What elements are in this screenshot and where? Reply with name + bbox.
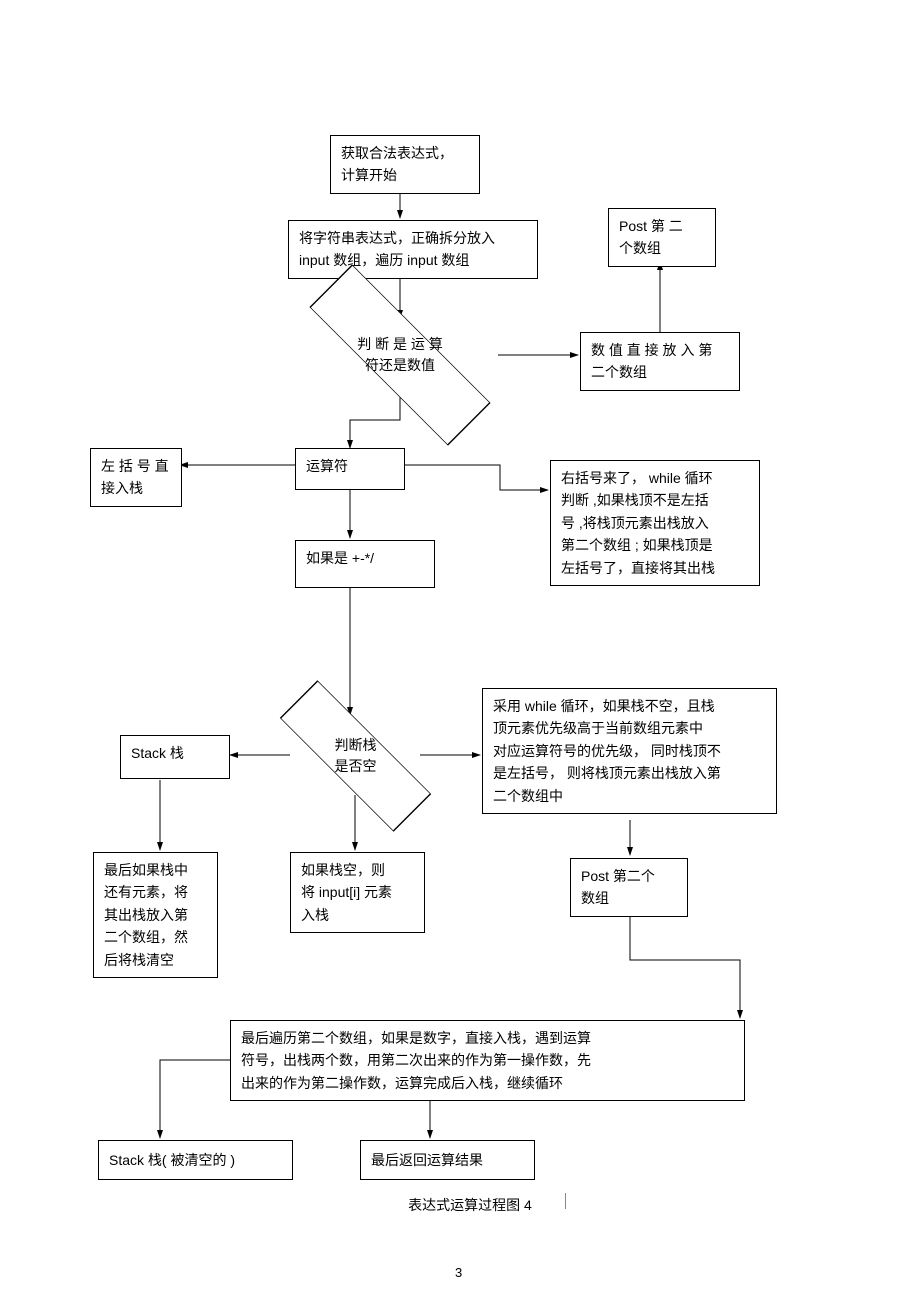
caption-divider xyxy=(565,1193,566,1209)
node-rightparen: 右括号来了， while 循环判断 ,如果栈顶不是左括号 ,将栈顶元素出栈放入第… xyxy=(550,460,760,586)
node-post-mid: Post 第二个数组 xyxy=(570,858,688,917)
text: 数 值 直 接 放 入 第二个数组 xyxy=(591,342,712,380)
text: Stack 栈 xyxy=(131,745,184,761)
text: 如果是 +-*/ xyxy=(306,550,374,566)
text: Post 第 二个数组 xyxy=(619,218,683,256)
node-decide-operator-or-value: 判 断 是 运 算符还是数值 xyxy=(330,312,470,398)
text: 采用 while 循环，如果栈不空，且栈顶元素优先级高于当前数组元素中对应运算符… xyxy=(493,698,721,804)
node-operator: 运算符 xyxy=(295,448,405,490)
text: 表达式运算过程图 4 xyxy=(408,1197,532,1213)
node-result: 最后返回运算结果 xyxy=(360,1140,535,1180)
node-numvalue: 数 值 直 接 放 入 第二个数组 xyxy=(580,332,740,391)
node-remain: 最后如果栈中还有元素，将其出栈放入第二个数组，然后将栈清空 xyxy=(93,852,218,978)
text: 最后返回运算结果 xyxy=(371,1152,483,1168)
text: 3 xyxy=(455,1265,462,1280)
text: 运算符 xyxy=(306,458,348,474)
node-leftparen: 左 括 号 直接入栈 xyxy=(90,448,182,507)
text: 如果栈空，则将 input[i] 元素入栈 xyxy=(301,862,392,923)
text: 最后如果栈中还有元素，将其出栈放入第二个数组，然后将栈清空 xyxy=(104,862,188,968)
node-cleared-stack: Stack 栈( 被清空的 ) xyxy=(98,1140,293,1180)
figure-caption: 表达式运算过程图 4 xyxy=(360,1195,580,1215)
node-ifempty: 如果栈空，则将 input[i] 元素入栈 xyxy=(290,852,425,933)
node-split: 将字符串表达式，正确拆分放入input 数组，遍历 input 数组 xyxy=(288,220,538,279)
text: 将字符串表达式，正确拆分放入input 数组，遍历 input 数组 xyxy=(299,230,495,268)
page-number: 3 xyxy=(455,1265,462,1280)
text: Stack 栈( 被清空的 ) xyxy=(109,1152,235,1168)
text: 判 断 是 运 算符还是数值 xyxy=(357,334,443,376)
text: 判断栈是否空 xyxy=(335,735,377,777)
text: Post 第二个数组 xyxy=(581,868,655,906)
node-start: 获取合法表达式，计算开始 xyxy=(330,135,480,194)
node-decide-stack-empty: 判断栈是否空 xyxy=(298,718,413,794)
node-stack: Stack 栈 xyxy=(120,735,230,779)
node-whileloop: 采用 while 循环，如果栈不空，且栈顶元素优先级高于当前数组元素中对应运算符… xyxy=(482,688,777,814)
text: 最后遍历第二个数组，如果是数字，直接入栈，遇到运算符号，出栈两个数，用第二次出来… xyxy=(241,1030,591,1091)
arrows-layer xyxy=(0,0,920,1301)
text: 右括号来了， while 循环判断 ,如果栈顶不是左括号 ,将栈顶元素出栈放入第… xyxy=(561,470,715,576)
node-traverse: 最后遍历第二个数组，如果是数字，直接入栈，遇到运算符号，出栈两个数，用第二次出来… xyxy=(230,1020,745,1101)
text: 获取合法表达式，计算开始 xyxy=(341,145,453,183)
node-post-top: Post 第 二个数组 xyxy=(608,208,716,267)
text: 左 括 号 直接入栈 xyxy=(101,458,169,496)
flowchart-canvas: 获取合法表达式，计算开始 Post 第 二个数组 将字符串表达式，正确拆分放入i… xyxy=(0,0,920,1301)
node-pmmd: 如果是 +-*/ xyxy=(295,540,435,588)
